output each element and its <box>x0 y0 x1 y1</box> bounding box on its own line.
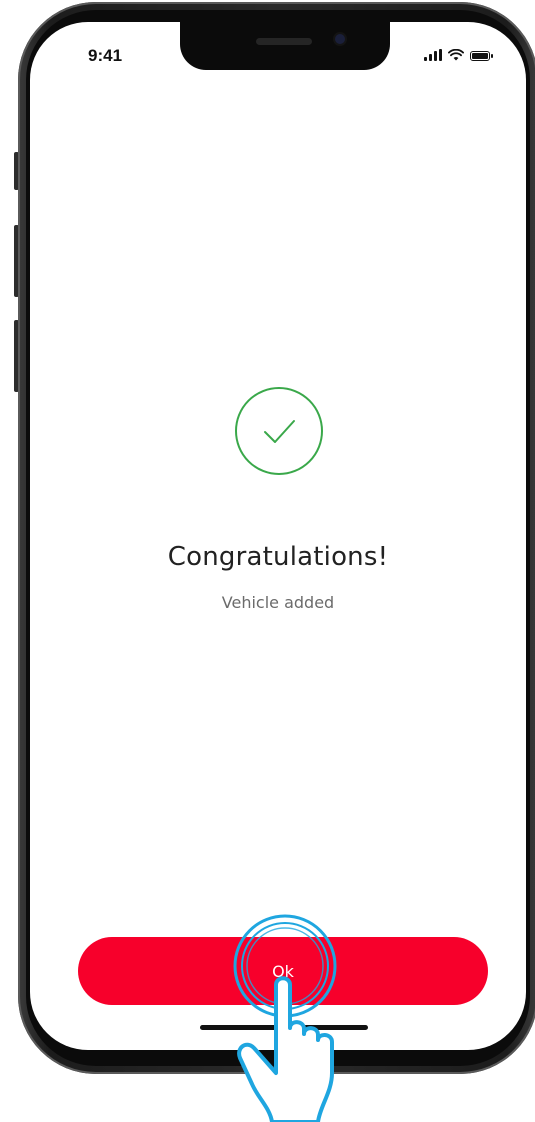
ok-button-label: Ok <box>272 961 294 981</box>
wifi-icon <box>448 49 464 61</box>
signal-icon <box>424 49 442 61</box>
speaker-grille <box>256 38 312 45</box>
notch <box>180 22 390 70</box>
home-indicator[interactable] <box>200 1025 368 1030</box>
success-subtitle: Vehicle added <box>221 593 335 612</box>
front-camera <box>335 34 345 44</box>
check-circle-icon <box>235 387 323 475</box>
ok-button[interactable]: Ok <box>78 937 488 1005</box>
battery-icon <box>470 51 493 61</box>
stage: 9:41 Congratulations! Vehicle added Ok <box>0 0 535 1122</box>
success-title: Congratulations! <box>167 542 389 572</box>
status-time: 9:41 <box>88 46 123 65</box>
status-icons <box>424 49 493 61</box>
phone-screen: 9:41 Congratulations! Vehicle added Ok <box>30 22 526 1050</box>
